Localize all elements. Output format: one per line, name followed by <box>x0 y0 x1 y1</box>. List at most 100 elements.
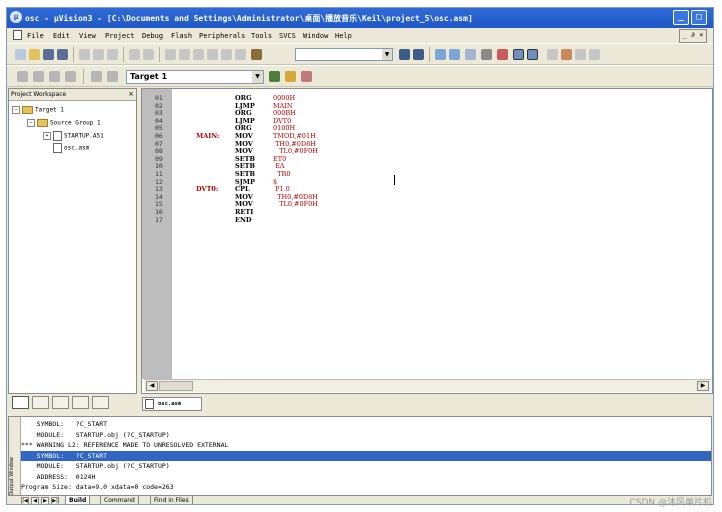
tree-item-target[interactable]: − Target 1 <box>12 106 64 114</box>
tab-first-icon[interactable]: |◀ <box>21 497 29 504</box>
target-select[interactable]: Target 1 ▼ <box>126 70 264 84</box>
menu-peripherals[interactable]: Peripherals <box>199 32 245 40</box>
find-icon[interactable] <box>399 49 410 60</box>
tree-expander[interactable]: − <box>12 106 20 114</box>
bookmark-clear-icon[interactable] <box>235 49 246 60</box>
horizontal-scrollbar[interactable]: ◀ ▶ <box>144 379 711 392</box>
menu-project[interactable]: Project <box>105 32 135 40</box>
batch-build-icon[interactable] <box>65 71 76 82</box>
tree-item-osc[interactable]: osc.asm <box>53 143 89 153</box>
manage-components-icon[interactable] <box>301 71 312 82</box>
menu-tools[interactable]: Tools <box>251 32 272 40</box>
output-line[interactable]: *** WARNING L2: REFERENCE MADE TO UNRESO… <box>21 440 711 450</box>
output-line[interactable]: Program Size: data=9.0 xdata=0 code=263 <box>21 482 711 492</box>
menu-edit[interactable]: Edit <box>53 32 70 40</box>
open-file-icon[interactable] <box>29 49 40 60</box>
code-label: DVT0: <box>196 185 219 194</box>
source-editor[interactable]: 01 02 03 04 05 06 07 08 09 10 11 12 13 14 15 16 17 ◀ ▶ O… <box>141 88 713 394</box>
document-icon[interactable] <box>13 30 22 40</box>
file-extensions-icon[interactable] <box>285 71 296 82</box>
forward-arrow-icon[interactable] <box>449 49 460 60</box>
print-icon[interactable] <box>481 49 492 60</box>
source-browser-icon[interactable] <box>547 49 558 60</box>
tab-command[interactable]: Command <box>100 496 139 504</box>
tab-osc-asm[interactable]: osc.asm <box>142 397 202 411</box>
cut-icon[interactable] <box>79 49 90 60</box>
files-tab-icon[interactable] <box>12 396 29 409</box>
tree-item-source-group[interactable]: − Source Group 1 <box>27 119 101 127</box>
menu-view[interactable]: View <box>79 32 96 40</box>
tree-item-startup[interactable]: + STARTUP.A51 <box>43 131 104 141</box>
translate-icon[interactable] <box>17 71 28 82</box>
bookmark-next-icon[interactable] <box>221 49 232 60</box>
chevron-down-icon[interactable]: ▼ <box>252 71 263 83</box>
configuration-icon[interactable] <box>575 49 586 60</box>
chevron-down-icon[interactable]: ▼ <box>382 49 392 60</box>
tab-prev-icon[interactable]: ◀ <box>31 497 39 504</box>
output-window-icon[interactable] <box>527 49 538 60</box>
stop-build-icon[interactable] <box>91 71 102 82</box>
tab-build[interactable]: Build <box>65 496 91 504</box>
bookmark-prev-icon[interactable] <box>207 49 218 60</box>
tab-find-in-files[interactable]: Find in Files <box>150 496 193 504</box>
toolbar-separator <box>429 47 430 62</box>
minimize-button[interactable]: _ <box>673 10 689 25</box>
tree-expander[interactable]: − <box>27 119 35 127</box>
title-bar[interactable]: μ osc - µVision3 - [C:\Documents and Set… <box>7 8 713 28</box>
menu-help[interactable]: Help <box>335 32 352 40</box>
paste-icon[interactable] <box>107 49 118 60</box>
mdi-controls[interactable]: _ ∂ × <box>679 29 707 43</box>
save-all-icon[interactable] <box>57 49 68 60</box>
templates-tab-icon[interactable] <box>92 396 109 409</box>
menu-window[interactable]: Window <box>303 32 328 40</box>
tree-expander[interactable]: + <box>43 132 51 140</box>
back-arrow-icon[interactable] <box>435 49 446 60</box>
menu-debug[interactable]: Debug <box>142 32 163 40</box>
output-window[interactable]: Output Window SYMBOL: ?C_START MODULE: S… <box>8 416 712 496</box>
close-icon[interactable]: × <box>128 89 134 100</box>
tools-icon[interactable] <box>561 49 572 60</box>
tab-next-icon[interactable]: ▶ <box>41 497 49 504</box>
output-line[interactable]: MODULE: STARTUP.obj (?C_STARTUP) <box>21 461 711 471</box>
output-line[interactable]: MODULE: STARTUP.obj (?C_STARTUP) <box>21 430 711 440</box>
incremental-find-icon[interactable] <box>413 49 424 60</box>
download-icon[interactable] <box>107 71 118 82</box>
menu-svcs[interactable]: SVCS <box>279 32 296 40</box>
functions-tab-icon[interactable] <box>72 396 89 409</box>
scroll-right-icon[interactable]: ▶ <box>697 381 709 391</box>
target-options-icon[interactable] <box>269 71 280 82</box>
scrollbar-thumb[interactable] <box>159 381 193 391</box>
new-file-icon[interactable] <box>15 49 26 60</box>
output-line[interactable]: SYMBOL: ?C_START <box>21 450 711 461</box>
scroll-left-icon[interactable]: ◀ <box>146 381 158 391</box>
copy-icon[interactable] <box>93 49 104 60</box>
undo-icon[interactable] <box>129 49 140 60</box>
tab-last-icon[interactable]: ▶| <box>51 497 59 504</box>
save-icon[interactable] <box>43 49 54 60</box>
rebuild-all-icon[interactable] <box>49 71 60 82</box>
find-in-files-icon[interactable] <box>251 49 262 60</box>
settings-icon[interactable] <box>589 49 600 60</box>
output-line[interactable]: SYMBOL: ?C_START <box>21 419 711 429</box>
menu-flash[interactable]: Flash <box>171 32 192 40</box>
bookmark-toggle-icon[interactable] <box>193 49 204 60</box>
indent-icon[interactable] <box>165 49 176 60</box>
build-target-icon[interactable] <box>33 71 44 82</box>
workspace-window-icon[interactable] <box>513 49 524 60</box>
outdent-icon[interactable] <box>179 49 190 60</box>
output-line[interactable]: ADDRESS: 0124H <box>21 472 711 482</box>
uvision-app-icon[interactable]: μ <box>10 11 22 23</box>
find-combobox[interactable]: ▼ <box>295 48 393 61</box>
menu-file[interactable]: File <box>27 32 44 40</box>
output-window-sidebar[interactable]: Output Window <box>9 417 21 495</box>
browse-icon[interactable] <box>465 49 476 60</box>
file-toolbar: ▼ <box>7 43 713 65</box>
debug-session-icon[interactable] <box>497 49 508 60</box>
redo-icon[interactable] <box>143 49 154 60</box>
maximize-button[interactable]: □ <box>691 10 707 25</box>
books-tab-icon[interactable] <box>52 396 69 409</box>
editor-tab-label: osc.asm <box>158 401 182 407</box>
registers-tab-icon[interactable] <box>32 396 49 409</box>
target-folder-icon <box>22 106 33 114</box>
toolbar-separator <box>73 47 74 62</box>
